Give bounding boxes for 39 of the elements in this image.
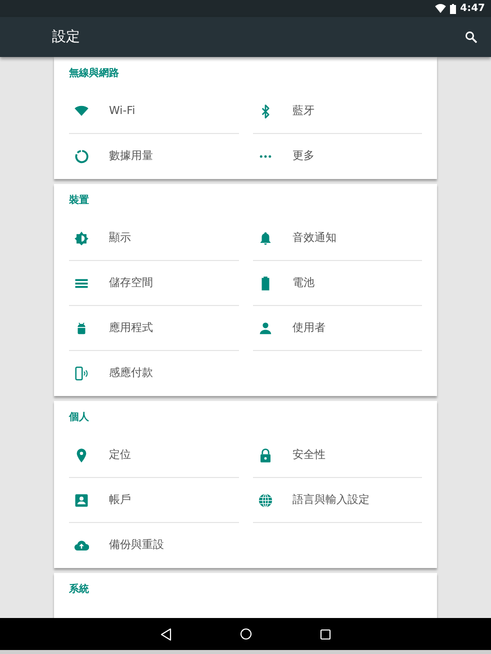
lock-icon (258, 448, 272, 462)
settings-item[interactable]: 定位 (69, 433, 238, 478)
back-button[interactable] (160, 628, 172, 640)
location-pin-icon (74, 448, 89, 462)
clock-time: 4:47 (460, 2, 485, 16)
settings-item[interactable]: 數據用量 (69, 134, 238, 179)
section-header: 無線與網路 (69, 68, 119, 79)
home-button[interactable] (240, 628, 252, 640)
account-box-icon (74, 492, 89, 508)
settings-item[interactable]: 電池 (252, 261, 422, 306)
brightness-icon (74, 230, 89, 246)
wifi-icon (74, 104, 89, 118)
settings-item[interactable]: 備份與重設 (69, 523, 238, 568)
settings-item[interactable]: 安全性 (252, 433, 422, 478)
wifi-icon (435, 4, 446, 13)
page-title: 設定 (52, 28, 80, 46)
phone-waves-icon (74, 366, 89, 381)
person-icon (258, 320, 272, 336)
section-header: 裝置 (69, 195, 89, 206)
search-icon[interactable] (465, 31, 477, 43)
settings-item[interactable]: Wi-Fi (69, 89, 238, 134)
settings-item[interactable]: 語言與輸入設定 (252, 478, 422, 523)
globe-icon (258, 492, 272, 508)
section-header: 個人 (69, 412, 89, 423)
settings-item[interactable]: 更多 (252, 134, 422, 179)
battery-icon (450, 4, 456, 14)
settings-item[interactable]: 使用者 (252, 306, 422, 351)
settings-item[interactable]: 應用程式 (69, 306, 238, 351)
settings-item[interactable]: 感應付款 (69, 351, 238, 396)
settings-item[interactable]: 帳戶 (69, 478, 238, 523)
settings-item[interactable]: 藍牙 (252, 89, 422, 134)
cloud-upload-icon (74, 538, 89, 553)
ring-icon (74, 149, 89, 164)
bell-icon (258, 230, 272, 246)
section-header: 系統 (69, 584, 89, 595)
settings-item[interactable]: 音效通知 (252, 216, 422, 261)
settings-item[interactable]: 顯示 (69, 216, 238, 261)
settings-item[interactable]: 儲存空間 (69, 261, 238, 306)
recents-button[interactable] (320, 628, 331, 640)
